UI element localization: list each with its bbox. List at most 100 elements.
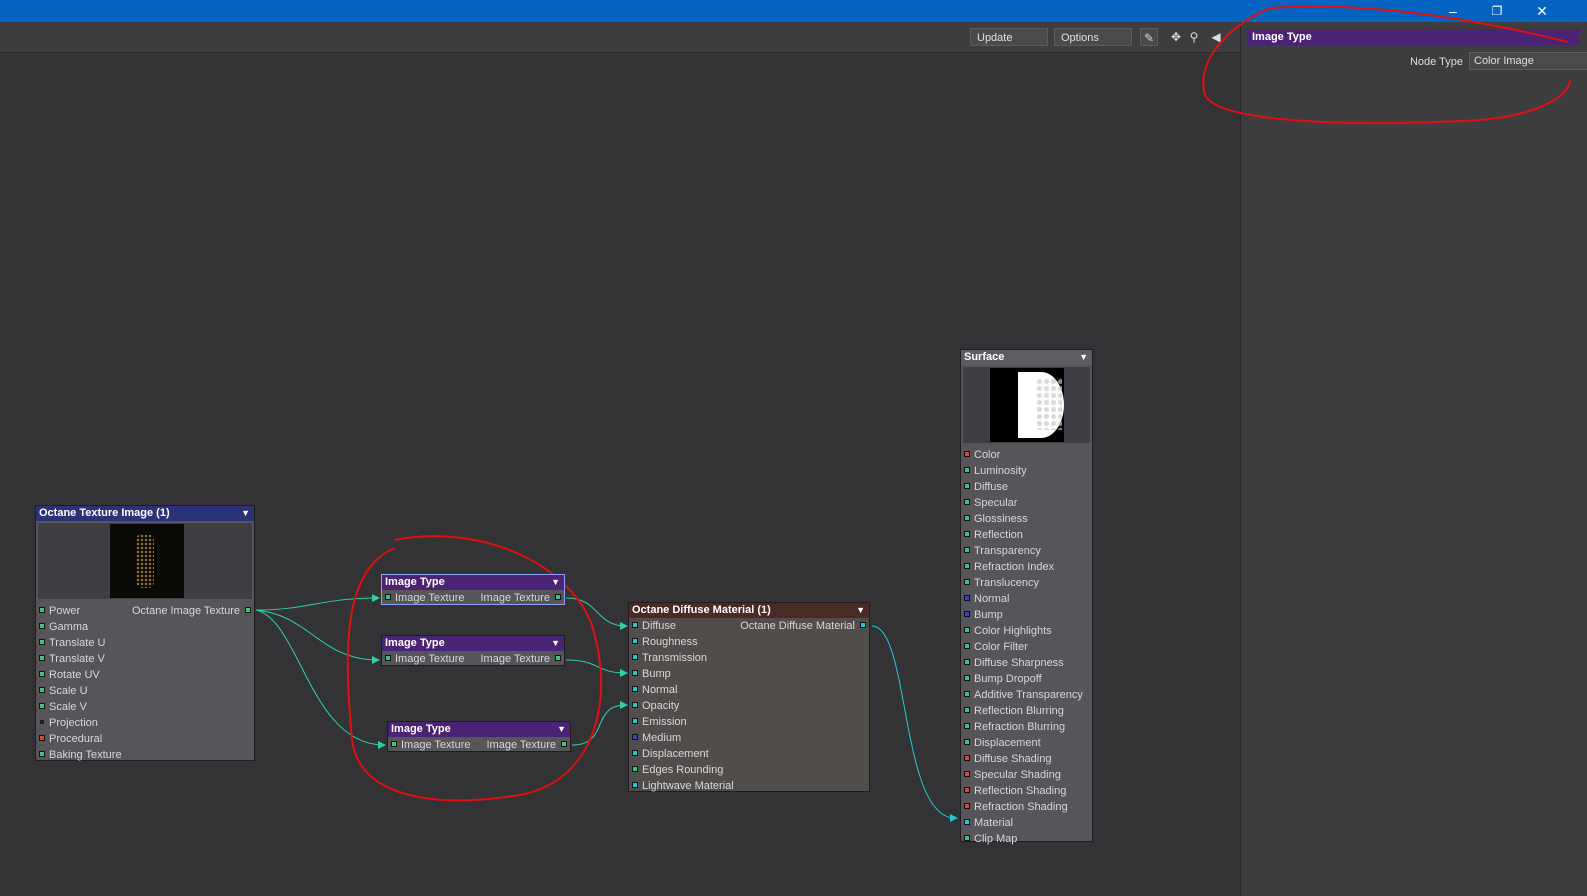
- collapse-icon[interactable]: ▼: [241, 506, 250, 521]
- node-header[interactable]: Octane Diffuse Material (1) ▼: [629, 603, 869, 618]
- output-pin[interactable]: [860, 622, 866, 628]
- port-row[interactable]: Opacity: [629, 698, 869, 714]
- port-row[interactable]: Diffuse: [961, 479, 1092, 495]
- input-pin[interactable]: [632, 654, 638, 660]
- input-pin[interactable]: [385, 655, 391, 661]
- port-row[interactable]: Reflection Blurring: [961, 703, 1092, 719]
- port-row[interactable]: Displacement: [629, 746, 869, 762]
- input-pin[interactable]: [39, 607, 45, 613]
- port-row[interactable]: Reflection Shading: [961, 783, 1092, 799]
- port-row[interactable]: Clip Map: [961, 831, 1092, 847]
- port-row[interactable]: Lightwave Material: [629, 778, 869, 794]
- port-row[interactable]: Image Texture Image Texture: [382, 651, 564, 667]
- port-row[interactable]: Diffuse Sharpness: [961, 655, 1092, 671]
- collapse-icon[interactable]: ▼: [1079, 350, 1088, 365]
- surface-node[interactable]: Surface ▼ Color Luminosity Diffuse Specu…: [960, 349, 1093, 845]
- input-pin[interactable]: [632, 638, 638, 644]
- input-pin[interactable]: [964, 579, 970, 585]
- input-pin[interactable]: [964, 755, 970, 761]
- input-pin[interactable]: [39, 655, 45, 661]
- input-pin[interactable]: [964, 467, 970, 473]
- node-header[interactable]: Image Type ▼: [388, 722, 570, 737]
- port-row[interactable]: Bump: [961, 607, 1092, 623]
- input-pin[interactable]: [632, 750, 638, 756]
- port-row[interactable]: Scale V: [36, 699, 254, 715]
- input-pin[interactable]: [632, 766, 638, 772]
- input-pin[interactable]: [39, 671, 45, 677]
- port-row[interactable]: Luminosity: [961, 463, 1092, 479]
- input-pin[interactable]: [632, 702, 638, 708]
- port-row[interactable]: Refraction Shading: [961, 799, 1092, 815]
- input-pin[interactable]: [964, 547, 970, 553]
- port-row[interactable]: Color Filter: [961, 639, 1092, 655]
- input-pin[interactable]: [964, 771, 970, 777]
- input-pin[interactable]: [39, 639, 45, 645]
- input-pin[interactable]: [632, 718, 638, 724]
- input-pin[interactable]: [964, 451, 970, 457]
- port-row[interactable]: Refraction Blurring: [961, 719, 1092, 735]
- port-row[interactable]: Normal: [961, 591, 1092, 607]
- input-pin[interactable]: [964, 515, 970, 521]
- input-pin[interactable]: [964, 835, 970, 841]
- port-row[interactable]: Refraction Index: [961, 559, 1092, 575]
- collapse-icon[interactable]: ▼: [551, 636, 560, 651]
- port-row[interactable]: Procedural: [36, 731, 254, 747]
- input-pin[interactable]: [632, 670, 638, 676]
- port-row[interactable]: Diffuse Shading: [961, 751, 1092, 767]
- output-pin[interactable]: [555, 594, 561, 600]
- input-pin[interactable]: [964, 595, 970, 601]
- port-row[interactable]: Translucency: [961, 575, 1092, 591]
- port-row[interactable]: Reflection: [961, 527, 1092, 543]
- port-row[interactable]: Color: [961, 447, 1092, 463]
- port-row[interactable]: Emission: [629, 714, 869, 730]
- input-pin[interactable]: [964, 739, 970, 745]
- port-row[interactable]: Glossiness: [961, 511, 1092, 527]
- input-pin[interactable]: [964, 659, 970, 665]
- port-row[interactable]: Bump Dropoff: [961, 671, 1092, 687]
- port-row[interactable]: Translate U: [36, 635, 254, 651]
- port-row[interactable]: Image Texture Image Texture: [382, 590, 564, 606]
- port-row[interactable]: Rotate UV: [36, 667, 254, 683]
- collapse-icon[interactable]: ▼: [856, 603, 865, 618]
- input-pin[interactable]: [964, 483, 970, 489]
- image-type-node-1[interactable]: Image Type ▼ Image Texture Image Texture: [381, 574, 565, 605]
- input-pin[interactable]: [632, 782, 638, 788]
- input-pin[interactable]: [964, 691, 970, 697]
- port-row[interactable]: Roughness: [629, 634, 869, 650]
- input-pin[interactable]: [39, 735, 45, 741]
- texture-image-node[interactable]: Octane Texture Image (1) ▼ Power Octane …: [35, 505, 255, 761]
- port-row[interactable]: Translate V: [36, 651, 254, 667]
- node-header[interactable]: Image Type ▼: [382, 575, 564, 590]
- input-pin[interactable]: [964, 819, 970, 825]
- input-pin[interactable]: [39, 623, 45, 629]
- output-pin[interactable]: [555, 655, 561, 661]
- port-row[interactable]: Bump: [629, 666, 869, 682]
- input-pin[interactable]: [632, 622, 638, 628]
- port-row[interactable]: Baking Texture: [36, 747, 254, 763]
- input-pin[interactable]: [964, 643, 970, 649]
- port-row[interactable]: Medium: [629, 730, 869, 746]
- port-row[interactable]: Gamma: [36, 619, 254, 635]
- input-pin[interactable]: [964, 723, 970, 729]
- output-pin[interactable]: [561, 741, 567, 747]
- input-pin[interactable]: [39, 751, 45, 757]
- input-pin[interactable]: [39, 719, 45, 725]
- port-row[interactable]: Scale U: [36, 683, 254, 699]
- port-row[interactable]: Image Texture Image Texture: [388, 737, 570, 753]
- port-row[interactable]: Specular: [961, 495, 1092, 511]
- port-row[interactable]: Color Highlights: [961, 623, 1092, 639]
- input-pin[interactable]: [391, 741, 397, 747]
- image-type-node-2[interactable]: Image Type ▼ Image Texture Image Texture: [381, 635, 565, 666]
- port-row[interactable]: Specular Shading: [961, 767, 1092, 783]
- output-pin[interactable]: [245, 607, 251, 613]
- input-pin[interactable]: [964, 499, 970, 505]
- port-row[interactable]: Projection: [36, 715, 254, 731]
- input-pin[interactable]: [632, 734, 638, 740]
- node-header[interactable]: Image Type ▼: [382, 636, 564, 651]
- diffuse-material-node[interactable]: Octane Diffuse Material (1) ▼ Diffuse Oc…: [628, 602, 870, 792]
- input-pin[interactable]: [964, 803, 970, 809]
- port-row[interactable]: Material: [961, 815, 1092, 831]
- input-pin[interactable]: [632, 686, 638, 692]
- input-pin[interactable]: [964, 563, 970, 569]
- input-pin[interactable]: [39, 687, 45, 693]
